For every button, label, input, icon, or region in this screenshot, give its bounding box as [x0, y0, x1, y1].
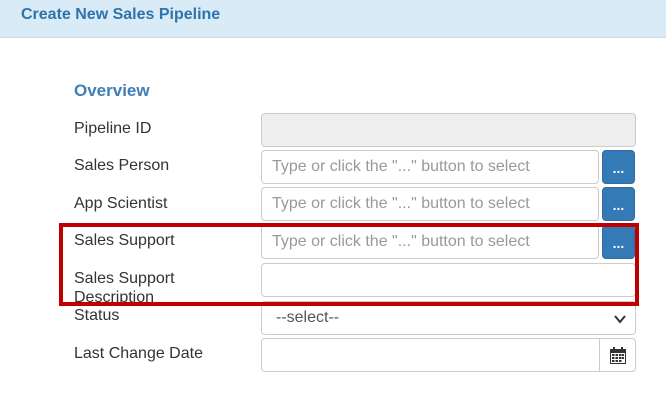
section-title-overview: Overview [74, 81, 150, 100]
sales-person-select-button[interactable]: ... [602, 150, 635, 184]
app-scientist-input[interactable] [261, 187, 599, 221]
sales-support-description-input[interactable] [261, 263, 636, 297]
chevron-down-icon [614, 315, 626, 324]
status-label: Status [74, 307, 120, 324]
pipeline-id-field [261, 113, 636, 147]
sales-person-input[interactable] [261, 150, 599, 184]
app-scientist-label: App Scientist [74, 195, 168, 212]
page-header: Create New Sales Pipeline [0, 0, 666, 38]
sales-support-description-label-line2: Description [74, 289, 155, 306]
sales-support-input[interactable] [261, 225, 599, 259]
pipeline-id-label: Pipeline ID [74, 120, 152, 137]
calendar-icon [610, 347, 626, 364]
date-picker-button[interactable] [599, 338, 636, 372]
page-title: Create New Sales Pipeline [21, 6, 221, 23]
sales-support-description-label-line1: Sales Support [74, 270, 175, 287]
sales-person-label: Sales Person [74, 157, 170, 174]
status-selected-value: --select-- [276, 309, 340, 326]
last-change-date-label: Last Change Date [74, 345, 203, 362]
last-change-date-input[interactable] [261, 338, 600, 372]
sales-support-select-button[interactable]: ... [602, 225, 635, 259]
sales-support-label: Sales Support [74, 232, 175, 249]
status-select[interactable]: --select-- [261, 301, 636, 335]
app-scientist-select-button[interactable]: ... [602, 187, 635, 221]
